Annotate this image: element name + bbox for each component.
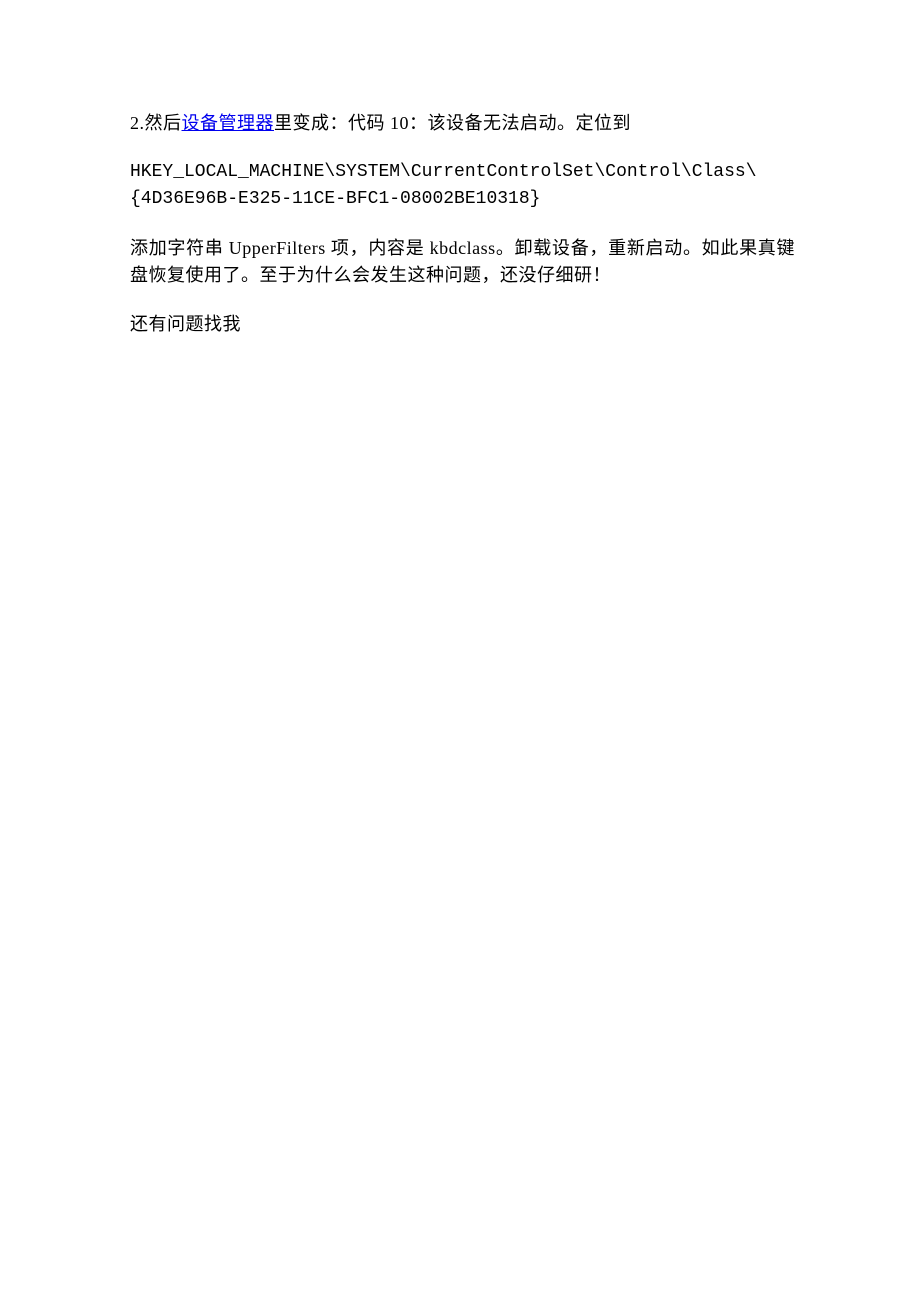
paragraph-1: 2.然后设备管理器里变成：代码 10：该设备无法启动。定位到 [130,110,795,137]
text-prefix: 2.然后 [130,113,182,133]
paragraph-4: 还有问题找我 [130,311,795,338]
device-manager-link[interactable]: 设备管理器 [182,113,275,133]
document-content: 2.然后设备管理器里变成：代码 10：该设备无法启动。定位到 HKEY_LOCA… [0,0,920,338]
text-suffix: 里变成：代码 10：该设备无法启动。定位到 [274,113,631,133]
paragraph-2-registry-path: HKEY_LOCAL_MACHINE\SYSTEM\CurrentControl… [130,159,795,213]
paragraph-3: 添加字符串 UpperFilters 项，内容是 kbdclass。卸载设备，重… [130,235,795,289]
